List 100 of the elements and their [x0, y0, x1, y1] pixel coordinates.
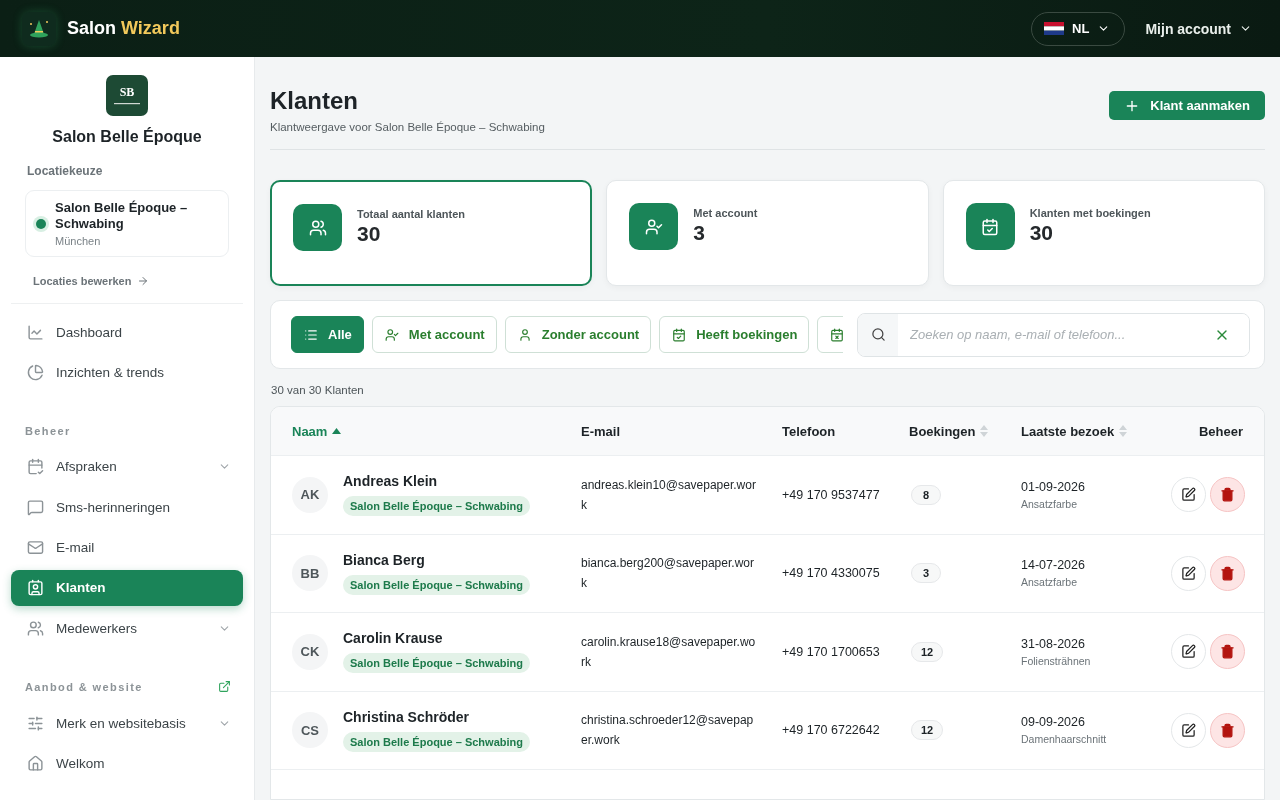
- stat-card[interactable]: Klanten met boekingen 30: [942, 180, 1265, 286]
- stat-card[interactable]: Totaal aantal klanten 30: [270, 180, 593, 286]
- delete-button[interactable]: [1210, 634, 1245, 670]
- flag-icon: [1044, 22, 1065, 35]
- column-header: E-mail: [581, 423, 621, 439]
- bookings-count: 8: [911, 484, 941, 505]
- create-client-button[interactable]: Klant aanmaken: [1109, 91, 1265, 120]
- external-link-icon[interactable]: [218, 680, 231, 694]
- avatar-initials: AK: [292, 476, 328, 513]
- edit-button[interactable]: [1171, 634, 1206, 670]
- edit-button[interactable]: [1171, 555, 1206, 591]
- calendar-icon: [27, 458, 44, 476]
- location-tag: Salon Belle Époque – Schwabing: [343, 731, 530, 752]
- email-cell-text: christina.schroeder12@savepaper.work: [581, 712, 755, 750]
- account-menu[interactable]: Mijn account: [1139, 19, 1258, 38]
- service-name: Foliensträhnen: [1021, 654, 1092, 667]
- last-visit-date: 31-08-2026: [1021, 636, 1086, 651]
- avatar-initials: CS: [292, 712, 328, 749]
- users-icon: [308, 218, 327, 237]
- edit-button[interactable]: [1171, 712, 1206, 748]
- column-header[interactable]: Laatste bezoek: [1021, 423, 1171, 439]
- location-name: Salon Belle Époque – Schwabing: [55, 200, 189, 233]
- location-city: München: [55, 235, 102, 248]
- stat-label: Totaal aantal klanten: [357, 208, 465, 220]
- client-name: Carolin Krause: [343, 630, 444, 647]
- pie-chart-icon: [27, 364, 44, 382]
- last-visit-date: 14-07-2026: [1021, 558, 1086, 573]
- avatar-initials: CK: [292, 633, 328, 670]
- chat-bubble-icon: [27, 498, 44, 516]
- location-tag: Salon Belle Époque – Schwabing: [343, 496, 530, 517]
- stat-value: 3: [693, 221, 706, 245]
- filter-chip[interactable]: Met account: [371, 316, 497, 353]
- sliders-icon: [27, 715, 44, 733]
- user-icon: [517, 327, 532, 342]
- edit-button[interactable]: [1171, 477, 1206, 513]
- column-header[interactable]: Boekingen: [909, 423, 1021, 439]
- bookings-count: 12: [911, 720, 944, 741]
- trash-icon: [1220, 565, 1235, 581]
- bookings-count: 12: [911, 641, 944, 662]
- chart-icon: [27, 323, 44, 341]
- bookings-count: 3: [911, 563, 941, 584]
- nav-item[interactable]: E-mail: [11, 529, 243, 566]
- location-card[interactable]: Salon Belle Époque – Schwabing München: [25, 190, 229, 258]
- edit-locations-link[interactable]: Locaties bewerken: [33, 275, 243, 288]
- nav-item[interactable]: Medewerkers: [11, 610, 243, 647]
- edit-icon: [1181, 565, 1196, 581]
- edit-icon: [1181, 487, 1196, 503]
- contact-card-icon: [27, 579, 44, 597]
- list-icon: [304, 327, 318, 342]
- filter-chip[interactable]: Heeft boekingen: [659, 316, 810, 353]
- page-subtitle: Klantweergave voor Salon Belle Époque – Schwabing: [270, 121, 545, 133]
- filter-chip[interactable]: Alle: [291, 316, 364, 353]
- client-name: Andreas Klein: [343, 473, 439, 490]
- column-header: Telefoon: [782, 423, 837, 439]
- nav-item[interactable]: Welkom: [11, 745, 243, 782]
- calendar-check-icon: [981, 217, 1000, 236]
- column-header: Beheer: [1197, 423, 1243, 439]
- nav-item[interactable]: Inzichten & trends: [11, 354, 243, 391]
- mail-icon: [27, 539, 44, 557]
- calendar-x-icon: [830, 327, 843, 342]
- service-name: Ansatzfarbe: [1021, 576, 1079, 589]
- edit-icon: [1181, 722, 1196, 738]
- column-header[interactable]: Naam: [292, 423, 581, 439]
- phone-cell-text: +49 170 6722642: [782, 723, 881, 738]
- service-name: Ansatzfarbe: [1021, 497, 1079, 510]
- last-visit-date: 01-09-2026: [1021, 479, 1086, 494]
- app-logo[interactable]: [22, 11, 56, 46]
- user-check-icon: [644, 217, 663, 236]
- search-field[interactable]: Zoeken op naam, e-mail of telefoon...: [857, 312, 1250, 357]
- stat-card[interactable]: Met account 3: [606, 180, 929, 286]
- delete-button[interactable]: [1210, 555, 1245, 591]
- nav-item[interactable]: Klanten: [11, 569, 243, 607]
- delete-button[interactable]: [1210, 712, 1245, 748]
- location-tag: Salon Belle Époque – Schwabing: [343, 653, 530, 674]
- stat-label: Klanten met boekingen: [1029, 207, 1151, 219]
- page-title: Klanten: [270, 87, 359, 115]
- stat-value: 30: [1029, 221, 1054, 245]
- salon-logo: SB: [106, 75, 148, 117]
- app-name: Salon Wizard: [67, 18, 180, 39]
- client-name: Bianca Berg: [343, 551, 426, 568]
- phone-cell-text: +49 170 9537477: [782, 487, 881, 502]
- trash-icon: [1220, 644, 1235, 660]
- stat-label: Met account: [693, 207, 758, 219]
- calendar-check-icon: [672, 327, 687, 342]
- nav-item[interactable]: Merk en websitebasis: [11, 705, 243, 742]
- avatar-initials: BB: [292, 555, 328, 592]
- search-icon: [870, 327, 886, 342]
- filter-chip[interactable]: Zonder account: [504, 316, 652, 353]
- delete-button[interactable]: [1210, 477, 1245, 513]
- client-name: Christina Schröder: [343, 708, 471, 725]
- nav-item[interactable]: Sms-herinneringen: [11, 489, 243, 526]
- user-check-icon: [384, 327, 399, 342]
- arrow-right-icon: [137, 275, 150, 288]
- trash-icon: [1220, 487, 1235, 503]
- nav-section-title: Beheer: [25, 424, 71, 437]
- last-visit-date: 09-09-2026: [1021, 715, 1086, 730]
- stat-value: 30: [357, 222, 382, 246]
- nav-item[interactable]: Afspraken: [11, 448, 243, 486]
- nav-section-title: Aanbod & website: [25, 680, 143, 693]
- nav-item[interactable]: Dashboard: [11, 314, 243, 351]
